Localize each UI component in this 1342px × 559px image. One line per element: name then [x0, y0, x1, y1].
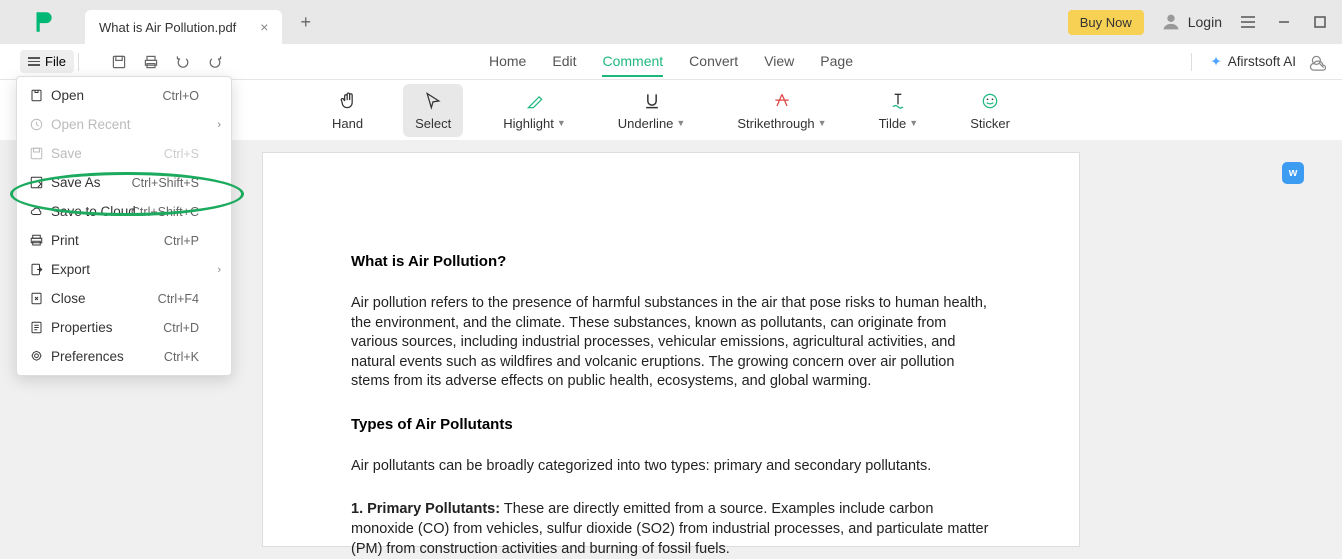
file-label: File	[45, 54, 66, 69]
nav-home[interactable]: Home	[489, 53, 526, 71]
doc-paragraph-2: Air pollutants can be broadly categorize…	[351, 457, 991, 477]
hamburger-icon	[28, 57, 40, 66]
menu-open-recent-label: Open Recent	[51, 117, 131, 132]
clock-icon	[29, 117, 51, 132]
word-export-badge[interactable]: w	[1282, 162, 1304, 184]
nav-page[interactable]: Page	[820, 53, 853, 71]
menu-properties-label: Properties	[51, 320, 113, 335]
doc-heading-2: Types of Air Pollutants	[351, 416, 991, 433]
document-tab[interactable]: What is Air Pollution.pdf ×	[85, 10, 282, 44]
menu-icon[interactable]	[1238, 15, 1258, 29]
login-label: Login	[1188, 14, 1222, 30]
tab-title: What is Air Pollution.pdf	[99, 20, 236, 35]
minimize-button[interactable]	[1274, 15, 1294, 29]
save-as-icon	[29, 175, 51, 190]
menu-properties[interactable]: Properties Ctrl+D	[17, 313, 231, 342]
menu-save-as[interactable]: Save As Ctrl+Shift+S	[17, 168, 231, 197]
doc-paragraph-3: 1. Primary Pollutants: These are directl…	[351, 500, 991, 559]
cloud-icon	[29, 204, 51, 219]
login-button[interactable]: Login	[1160, 11, 1222, 33]
menu-close[interactable]: Close Ctrl+F4	[17, 284, 231, 313]
menu-preferences-shortcut: Ctrl+K	[164, 350, 199, 364]
menu-save-shortcut: Ctrl+S	[164, 147, 199, 161]
menu-save-as-label: Save As	[51, 175, 101, 190]
maximize-button[interactable]	[1310, 15, 1330, 29]
sparkle-icon: ✦	[1210, 54, 1221, 70]
menu-save-cloud-label: Save to Cloud	[51, 204, 136, 219]
cursor-icon	[423, 90, 443, 112]
menu-print-label: Print	[51, 233, 79, 248]
topbar: File Home Edit Comment Convert View Page…	[0, 44, 1342, 80]
menu-save-as-shortcut: Ctrl+Shift+S	[132, 176, 199, 190]
menu-close-shortcut: Ctrl+F4	[158, 292, 199, 306]
redo-icon[interactable]	[199, 48, 231, 76]
tool-select-label: Select	[415, 116, 451, 131]
undo-icon[interactable]	[167, 48, 199, 76]
close-tab-icon[interactable]: ×	[260, 19, 268, 35]
menu-open-recent[interactable]: Open Recent ›	[17, 110, 231, 139]
tool-sticker-label: Sticker	[970, 116, 1010, 131]
print-icon[interactable]	[135, 48, 167, 76]
menu-export-label: Export	[51, 262, 90, 277]
nav-convert[interactable]: Convert	[689, 53, 738, 71]
menu-save-cloud[interactable]: Save to Cloud Ctrl+Shift+C	[17, 197, 231, 226]
doc-p3-bold: 1. Primary Pollutants:	[351, 501, 500, 517]
hand-icon	[338, 90, 358, 112]
menu-preferences[interactable]: Preferences Ctrl+K	[17, 342, 231, 371]
avatar-icon	[1160, 11, 1182, 33]
menu-save-label: Save	[51, 146, 82, 161]
menu-print[interactable]: Print Ctrl+P	[17, 226, 231, 255]
divider	[1191, 53, 1192, 71]
sticker-icon	[980, 90, 1000, 112]
tool-hand-label: Hand	[332, 116, 363, 131]
chevron-down-icon: ▼	[909, 118, 918, 128]
tool-tilde[interactable]: Tilde▼	[867, 84, 931, 137]
properties-icon	[29, 320, 51, 335]
tool-sticker[interactable]: Sticker	[958, 84, 1022, 137]
nav-tabs: Home Edit Comment Convert View Page	[489, 0, 853, 335]
open-icon	[29, 88, 51, 103]
menu-print-shortcut: Ctrl+P	[164, 234, 199, 248]
divider	[78, 53, 79, 71]
ai-label: Afirstsoft AI	[1228, 54, 1296, 69]
chevron-right-icon: ›	[217, 119, 221, 131]
nav-view[interactable]: View	[764, 53, 794, 71]
save-icon[interactable]	[103, 48, 135, 76]
menu-open-shortcut: Ctrl+O	[163, 89, 199, 103]
app-logo	[0, 9, 85, 35]
tilde-icon	[888, 90, 908, 112]
chevron-right-icon: ›	[217, 264, 221, 276]
ai-button[interactable]: ✦ Afirstsoft AI	[1210, 54, 1296, 70]
menu-preferences-label: Preferences	[51, 349, 124, 364]
export-icon	[29, 262, 51, 277]
save-icon	[29, 146, 51, 161]
gear-icon	[29, 349, 51, 364]
new-tab-button[interactable]: +	[300, 12, 311, 33]
menu-export[interactable]: Export ›	[17, 255, 231, 284]
tool-tilde-label: Tilde	[879, 116, 907, 131]
tool-hand[interactable]: Hand	[320, 84, 375, 137]
nav-comment[interactable]: Comment	[602, 53, 663, 77]
menu-save-cloud-shortcut: Ctrl+Shift+C	[131, 205, 199, 219]
menu-open[interactable]: Open Ctrl+O	[17, 81, 231, 110]
file-dropdown-menu: Open Ctrl+O Open Recent › Save Ctrl+S Sa…	[16, 76, 232, 376]
menu-properties-shortcut: Ctrl+D	[163, 321, 199, 335]
badge-w: w	[1289, 167, 1298, 179]
menu-close-label: Close	[51, 291, 86, 306]
cloud-icon[interactable]	[1308, 56, 1328, 76]
print-icon	[29, 233, 51, 248]
nav-edit[interactable]: Edit	[552, 53, 576, 71]
buy-now-button[interactable]: Buy Now	[1068, 10, 1144, 35]
file-menu-button[interactable]: File	[20, 50, 74, 73]
close-file-icon	[29, 291, 51, 306]
menu-save: Save Ctrl+S	[17, 139, 231, 168]
tool-select[interactable]: Select	[403, 84, 463, 137]
menu-open-label: Open	[51, 88, 84, 103]
